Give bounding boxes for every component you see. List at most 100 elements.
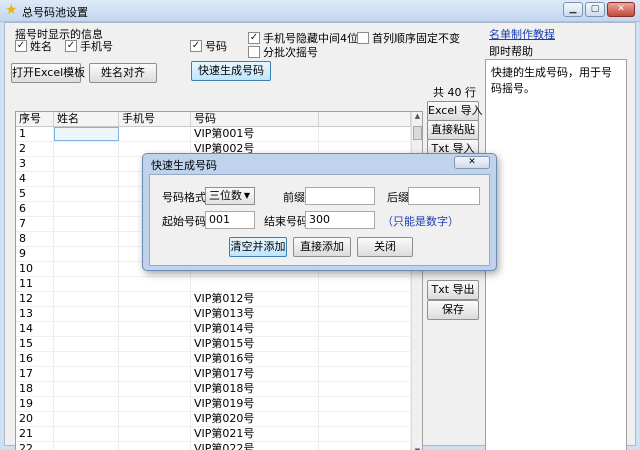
number-cell[interactable]: VIP第017号 xyxy=(191,367,319,381)
checkbox-box[interactable] xyxy=(357,32,369,44)
phone-cell[interactable] xyxy=(119,442,191,450)
blank-cell[interactable] xyxy=(319,442,411,450)
number-cell[interactable]: VIP第001号 xyxy=(191,127,319,141)
table-row[interactable]: 16 VIP第016号 xyxy=(16,352,422,367)
tutorial-link[interactable]: 名单制作教程 xyxy=(489,26,555,42)
blank-cell[interactable] xyxy=(319,127,411,141)
table-row[interactable]: 21 VIP第021号 xyxy=(16,427,422,442)
blank-cell[interactable] xyxy=(319,322,411,336)
number-cell[interactable]: VIP第013号 xyxy=(191,307,319,321)
name-cell[interactable] xyxy=(54,232,119,246)
row-index-cell[interactable]: 4 xyxy=(16,172,54,186)
row-index-cell[interactable]: 18 xyxy=(16,382,54,396)
table-row[interactable]: 12 VIP第012号 xyxy=(16,292,422,307)
name-cell[interactable] xyxy=(54,262,119,276)
name-cell[interactable] xyxy=(54,352,119,366)
paste-button[interactable]: 直接粘贴 xyxy=(427,120,479,140)
checkbox-box[interactable]: ✓ xyxy=(190,40,202,52)
blank-cell[interactable] xyxy=(319,277,411,291)
phone-cell[interactable] xyxy=(119,367,191,381)
name-cell[interactable] xyxy=(54,202,119,216)
blank-cell[interactable] xyxy=(319,412,411,426)
row-index-cell[interactable]: 11 xyxy=(16,277,54,291)
number-checkbox[interactable]: ✓ 号码 xyxy=(190,38,227,54)
table-row[interactable]: 19 VIP第019号 xyxy=(16,397,422,412)
maximize-button[interactable]: ▢ xyxy=(585,2,605,17)
clear-and-add-button[interactable]: 清空并添加 xyxy=(229,237,287,257)
name-cell[interactable] xyxy=(54,187,119,201)
name-cell[interactable] xyxy=(54,412,119,426)
table-row[interactable]: 22 VIP第022号 xyxy=(16,442,422,450)
align-names-button[interactable]: 姓名对齐 xyxy=(89,63,157,83)
table-row[interactable]: 20 VIP第020号 xyxy=(16,412,422,427)
open-excel-template-button[interactable]: 打开Excel模板 xyxy=(11,63,85,83)
number-cell[interactable]: VIP第021号 xyxy=(191,427,319,441)
suffix-input[interactable] xyxy=(408,187,480,205)
row-index-cell[interactable]: 9 xyxy=(16,247,54,261)
phone-cell[interactable] xyxy=(119,397,191,411)
number-cell[interactable]: VIP第012号 xyxy=(191,292,319,306)
table-row[interactable]: 11 xyxy=(16,277,422,292)
phone-cell[interactable] xyxy=(119,337,191,351)
number-cell[interactable]: VIP第019号 xyxy=(191,397,319,411)
table-row[interactable]: 18 VIP第018号 xyxy=(16,382,422,397)
scroll-up-icon[interactable]: ▲ xyxy=(412,112,422,123)
excel-import-button[interactable]: Excel 导入 xyxy=(427,101,483,121)
column-header-number[interactable]: 号码 xyxy=(191,112,319,126)
name-cell[interactable] xyxy=(54,442,119,450)
name-cell[interactable] xyxy=(54,367,119,381)
row-index-cell[interactable]: 13 xyxy=(16,307,54,321)
name-cell[interactable] xyxy=(54,172,119,186)
phone-cell[interactable] xyxy=(119,412,191,426)
number-cell[interactable]: VIP第022号 xyxy=(191,442,319,450)
phone-cell[interactable] xyxy=(119,322,191,336)
name-cell[interactable] xyxy=(54,397,119,411)
row-index-cell[interactable]: 20 xyxy=(16,412,54,426)
row-index-cell[interactable]: 16 xyxy=(16,352,54,366)
checkbox-box[interactable]: ✓ xyxy=(65,40,77,52)
blank-cell[interactable] xyxy=(319,307,411,321)
txt-export-button[interactable]: Txt 导出 xyxy=(427,280,479,300)
row-index-cell[interactable]: 12 xyxy=(16,292,54,306)
name-cell[interactable] xyxy=(54,142,119,156)
row-index-cell[interactable]: 19 xyxy=(16,397,54,411)
table-row[interactable]: 13 VIP第013号 xyxy=(16,307,422,322)
name-cell[interactable] xyxy=(54,307,119,321)
row-index-cell[interactable]: 3 xyxy=(16,157,54,171)
row-index-cell[interactable]: 8 xyxy=(16,232,54,246)
phone-checkbox[interactable]: ✓ 手机号 xyxy=(65,38,113,54)
dialog-close-icon[interactable]: ✕ xyxy=(454,156,490,169)
number-cell[interactable]: VIP第016号 xyxy=(191,352,319,366)
checkbox-box[interactable]: ✓ xyxy=(248,32,260,44)
row-index-cell[interactable]: 21 xyxy=(16,427,54,441)
row-index-cell[interactable]: 14 xyxy=(16,322,54,336)
scroll-thumb[interactable] xyxy=(413,126,422,140)
phone-cell[interactable] xyxy=(119,307,191,321)
name-cell[interactable] xyxy=(54,322,119,336)
table-row[interactable]: 1 VIP第001号 xyxy=(16,127,422,142)
row-index-cell[interactable]: 6 xyxy=(16,202,54,216)
batch-checkbox[interactable]: 分批次摇号 xyxy=(248,44,318,60)
number-cell[interactable]: VIP第020号 xyxy=(191,412,319,426)
checkbox-box[interactable]: ✓ xyxy=(15,40,27,52)
phone-cell[interactable] xyxy=(119,427,191,441)
row-index-cell[interactable]: 1 xyxy=(16,127,54,141)
name-cell[interactable] xyxy=(54,157,119,171)
row-index-cell[interactable]: 5 xyxy=(16,187,54,201)
minimize-button[interactable]: ▁ xyxy=(563,2,583,17)
dialog-close-button[interactable]: 关闭 xyxy=(357,237,413,257)
quick-generate-button[interactable]: 快速生成号码 xyxy=(191,61,271,81)
blank-cell[interactable] xyxy=(319,337,411,351)
column-header-name[interactable]: 姓名 xyxy=(54,112,119,126)
blank-cell[interactable] xyxy=(319,292,411,306)
table-row[interactable]: 15 VIP第015号 xyxy=(16,337,422,352)
blank-cell[interactable] xyxy=(319,397,411,411)
blank-cell[interactable] xyxy=(319,367,411,381)
checkbox-box[interactable] xyxy=(248,46,260,58)
save-button[interactable]: 保存 xyxy=(427,300,479,320)
name-cell[interactable] xyxy=(54,382,119,396)
prefix-input[interactable] xyxy=(305,187,375,205)
phone-cell[interactable] xyxy=(119,127,191,141)
column-header-phone[interactable]: 手机号 xyxy=(119,112,191,126)
table-row[interactable]: 17 VIP第017号 xyxy=(16,367,422,382)
